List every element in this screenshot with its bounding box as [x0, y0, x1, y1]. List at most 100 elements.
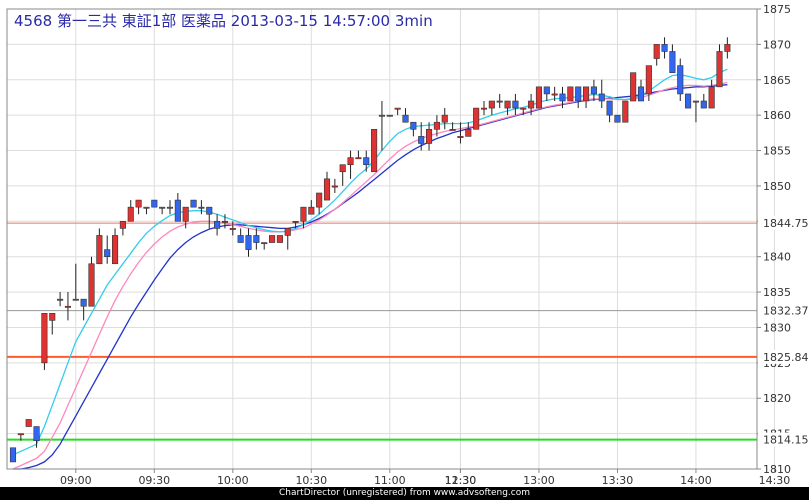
candle-down [402, 114, 409, 123]
candle-down [661, 44, 668, 52]
chartdirector-credit: ChartDirector (unregistered) from www.ad… [0, 487, 809, 500]
candle-up [229, 228, 236, 230]
candle-down [685, 93, 692, 109]
candle-down [637, 86, 645, 102]
candle-up [143, 206, 150, 209]
candle-up [41, 313, 48, 364]
candle-up [316, 192, 323, 208]
candle-up [339, 164, 346, 173]
candle-up [496, 100, 503, 103]
candle-down [512, 100, 519, 109]
candle-up [25, 419, 32, 427]
candle-up [480, 107, 488, 110]
candle-up [630, 72, 637, 102]
candle-down [33, 426, 40, 441]
candle-up [724, 44, 731, 52]
chart-background [0, 0, 809, 500]
candle-down [418, 136, 425, 144]
candle-down [206, 206, 213, 215]
candle-up [535, 86, 543, 109]
candle-up [17, 433, 24, 436]
candle-up [57, 298, 64, 301]
reference-line-label: 1825.841 [763, 351, 809, 364]
candle-up [473, 107, 480, 130]
candle-up [708, 86, 715, 109]
candle-up [465, 129, 472, 137]
candle-down [559, 93, 566, 102]
candle-down [543, 86, 550, 95]
chart-title: 4568 第一三共 東証1部 医薬品 2013-03-15 14:57:00 3… [14, 12, 433, 30]
candle-up [371, 129, 378, 173]
candle-up [198, 206, 205, 209]
candle-up [386, 114, 393, 117]
candle-up [221, 221, 228, 223]
candle-down [214, 221, 221, 229]
candle-down [575, 86, 582, 102]
x-tick-label: 14:30 [759, 474, 791, 487]
candlestick-chart: 1810181518201825183018351840184518501855… [0, 0, 809, 500]
y-tick-label: 1860 [763, 109, 791, 122]
candle-up [300, 206, 307, 222]
candle-up [284, 228, 291, 236]
x-tick-label: 13:00 [523, 474, 555, 487]
candle-up [276, 235, 283, 243]
y-tick-label: 1855 [763, 145, 791, 158]
candle-down [598, 93, 605, 102]
candle-down [9, 447, 17, 463]
y-tick-label: 1820 [763, 392, 791, 405]
candle-up [504, 100, 511, 109]
candle-up [425, 129, 433, 144]
candle-up [488, 100, 495, 109]
y-tick-label: 1870 [763, 38, 791, 51]
x-tick-label: 09:30 [138, 474, 170, 487]
y-tick-label: 1835 [763, 286, 791, 299]
candle-up [551, 93, 558, 96]
candle-up [622, 100, 629, 123]
candle-up [159, 206, 166, 209]
y-tick-label: 1850 [763, 180, 791, 193]
y-tick-label: 1875 [763, 3, 791, 16]
candle-up [96, 235, 103, 265]
candle-down [245, 235, 252, 250]
candle-up [292, 221, 299, 223]
reference-line-label: 1832.375 [763, 305, 809, 318]
candle-up [88, 263, 95, 307]
y-tick-label: 1840 [763, 251, 791, 264]
candle-up [182, 206, 189, 222]
candle-up [72, 298, 79, 301]
candle-up [355, 157, 362, 160]
reference-line-label: 1844.75 [763, 217, 809, 230]
candle-up [261, 242, 268, 245]
y-tick-label: 1865 [763, 74, 791, 87]
y-tick-label: 1830 [763, 321, 791, 334]
candle-down [677, 65, 684, 95]
reference-line-label: 1814.159 [763, 434, 809, 447]
candle-down [614, 114, 621, 123]
x-tick-label: 14:00 [680, 474, 712, 487]
candle-up [347, 157, 354, 165]
candle-up [378, 114, 386, 117]
candle-up [112, 235, 119, 265]
candle-up [433, 121, 440, 130]
x-tick-label: 09:00 [60, 474, 92, 487]
x-tick-label: 12:30 [445, 474, 477, 487]
candle-up [135, 199, 142, 208]
x-tick-label: 10:30 [295, 474, 327, 487]
candle-down [174, 199, 181, 222]
candle-up [308, 206, 315, 215]
candle-down [253, 235, 260, 243]
candle-up [119, 221, 126, 229]
candle-up [645, 65, 652, 95]
candle-down [237, 235, 244, 243]
candle-down [151, 199, 158, 208]
candle-down [80, 298, 87, 307]
candle-up [441, 114, 448, 123]
candle-up [653, 44, 660, 59]
candle-up [394, 107, 401, 110]
candle-up [49, 313, 56, 321]
candle-up [716, 51, 723, 88]
candle-up [582, 86, 590, 102]
candle-up [127, 206, 134, 222]
candle-up [323, 178, 331, 201]
x-tick-label: 11:00 [374, 474, 406, 487]
